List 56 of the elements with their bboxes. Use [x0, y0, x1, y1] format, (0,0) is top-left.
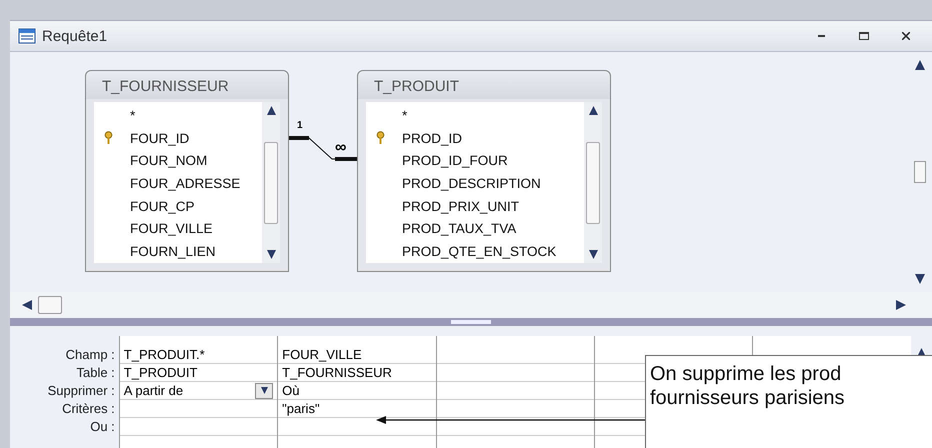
relationship-line — [289, 136, 357, 161]
query-window-icon — [18, 28, 36, 44]
scroll-thumb[interactable] — [38, 296, 62, 314]
down-arrow-icon[interactable] — [266, 250, 276, 259]
grid-cell[interactable]: Où — [278, 382, 436, 400]
up-arrow-icon[interactable] — [266, 106, 276, 115]
row-label: Critères : — [61, 400, 116, 418]
field-item[interactable]: PROD_TAUX_TVA — [366, 217, 584, 240]
vertical-scrollbar[interactable] — [912, 60, 928, 284]
row-label: Champ : — [64, 346, 116, 364]
field-item[interactable]: PROD_ID — [366, 126, 584, 150]
maximize-icon — [859, 32, 869, 40]
field-item[interactable]: * — [366, 104, 584, 127]
field-item[interactable]: PROD_PRIX_UNIT — [366, 194, 584, 218]
row-label: Supprimer : — [46, 382, 116, 400]
field-item[interactable]: FOURN_LIEN — [94, 240, 262, 263]
table-field-list[interactable]: T_FOURNISSEUR * FOUR_ID FOUR_NOM FOUR_ADRESSE FOUR_CP FOUR_VILLE FOURN_LIEN — [85, 70, 289, 272]
down-arrow-icon[interactable] — [915, 274, 925, 284]
field-item[interactable]: PROD_ID_FOUR — [366, 149, 584, 172]
field-item[interactable]: FOUR_VILLE — [94, 217, 262, 240]
field-item[interactable]: * — [94, 104, 262, 127]
minimize-icon — [818, 35, 826, 37]
key-icon — [104, 131, 113, 146]
vertical-scrollbar[interactable] — [262, 102, 280, 263]
close-icon — [902, 32, 910, 40]
field-item[interactable]: FOUR_ADRESSE — [94, 172, 262, 195]
vertical-scrollbar[interactable] — [584, 102, 602, 263]
callout-text: On supprime les prod — [650, 362, 842, 386]
field-item[interactable]: FOUR_NOM — [94, 149, 262, 172]
window-title: Requête1 — [42, 28, 108, 44]
right-arrow-icon[interactable] — [896, 300, 906, 310]
horizontal-scrollbar[interactable] — [10, 292, 932, 318]
key-icon — [376, 131, 385, 146]
dropdown-field[interactable]: A partir de — [120, 382, 278, 400]
field-item[interactable]: PROD_QTE_EN_STOCK — [366, 240, 584, 263]
field-item[interactable]: PROD_DESCRIPTION — [366, 172, 584, 195]
grid-cell[interactable]: T_FOURNISSEUR — [278, 364, 436, 382]
table-name: T_FOURNISSEUR — [86, 71, 288, 99]
up-arrow-icon[interactable] — [915, 60, 925, 70]
down-arrow-icon[interactable] — [260, 387, 268, 394]
one-cardinality-label: 1 — [297, 120, 303, 131]
many-cardinality-label: ∞ — [335, 140, 346, 156]
table-field-list[interactable]: T_PRODUIT * PROD_ID PROD_ID_FOUR PROD_DESCRIPTION PROD_PRIX_UNIT PROD_TAUX_TVA PROD_QTE_EN_STOCK — [357, 70, 611, 272]
left-arrow-icon[interactable] — [22, 300, 32, 310]
down-arrow-icon[interactable] — [588, 250, 598, 259]
scroll-thumb-icon[interactable] — [914, 161, 926, 183]
field-item[interactable]: FOUR_CP — [94, 194, 262, 218]
table-name: T_PRODUIT — [358, 71, 610, 99]
up-arrow-icon[interactable] — [588, 106, 598, 115]
caret-icon[interactable] — [255, 382, 274, 398]
grid-cell[interactable]: FOUR_VILLE — [278, 346, 436, 364]
row-label: Ou : — [89, 418, 116, 436]
row-label: Table : — [75, 364, 116, 382]
callout-text: fournisseurs parisiens — [650, 386, 846, 410]
field-item[interactable]: FOUR_ID — [94, 126, 262, 150]
grip-icon[interactable] — [451, 320, 491, 324]
